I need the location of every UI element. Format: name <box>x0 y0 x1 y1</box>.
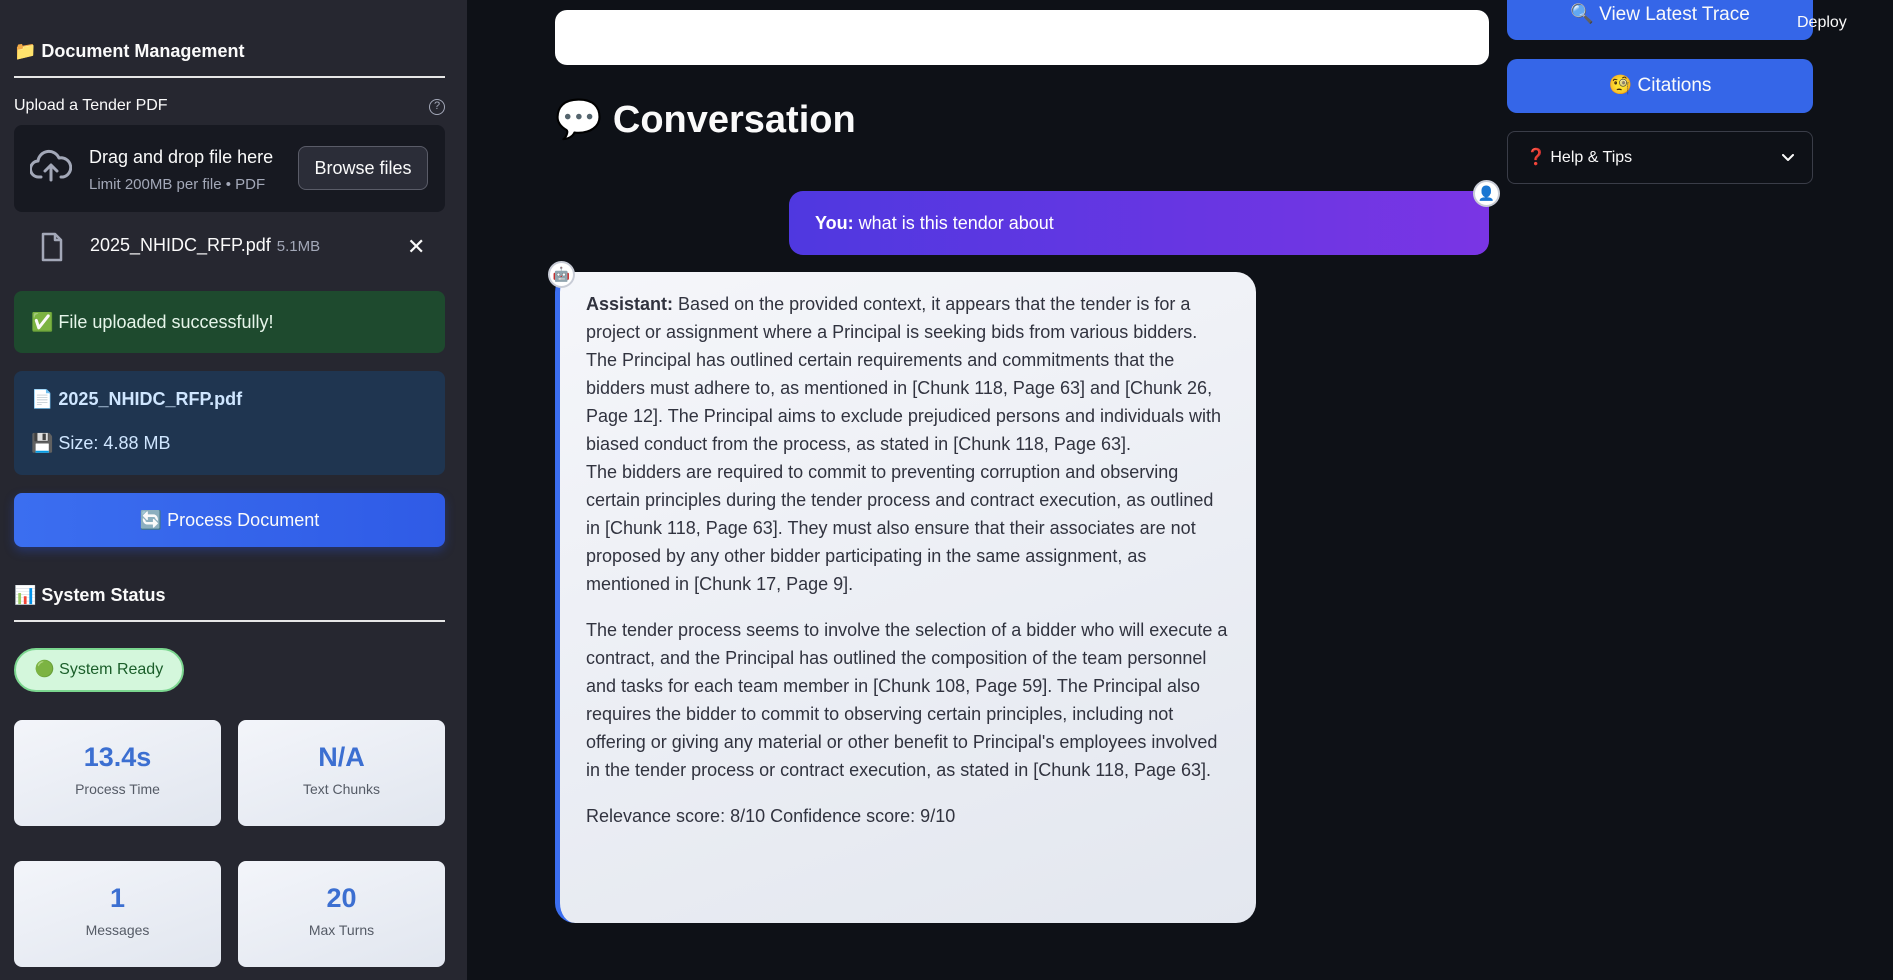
citations-button[interactable]: 🧐 Citations <box>1507 59 1813 113</box>
dropzone-title: Drag and drop file here <box>89 147 274 167</box>
document-management-title: 📁 Document Management <box>14 41 445 78</box>
metric-label: Process Time <box>75 781 160 797</box>
file-info-card: 📄 2025_NHIDC_RFP.pdf 💾 Size: 4.88 MB <box>14 371 445 475</box>
metric-label: Messages <box>85 922 150 938</box>
file-info-size: 💾 Size: 4.88 MB <box>31 433 171 453</box>
metric-process-time: 13.4s Process Time <box>14 720 221 826</box>
assistant-scores: Relevance score: 8/10 Confidence score: … <box>586 806 956 826</box>
assistant-paragraph-1: Assistant: Based on the provided context… <box>586 290 1232 458</box>
user-message: You: what is this tendor about <box>789 191 1489 255</box>
assistant-paragraph-2: The bidders are required to commit to pr… <box>586 462 1214 594</box>
metric-label: Max Turns <box>308 922 375 938</box>
file-info-name: 📄 2025_NHIDC_RFP.pdf <box>31 389 243 409</box>
assistant-prefix: Assistant: <box>586 294 674 314</box>
file-icon <box>40 232 64 267</box>
metric-max-turns: 20 Max Turns <box>238 861 445 967</box>
cloud-upload-icon <box>29 149 73 188</box>
upload-label: Upload a Tender PDF <box>14 97 168 114</box>
assistant-text-1: Based on the provided context, it appear… <box>586 294 1222 454</box>
assistant-message: Assistant: Based on the provided context… <box>555 272 1256 923</box>
close-icon[interactable]: ✕ <box>407 234 425 260</box>
help-tips-label: ❓ Help & Tips <box>1526 149 1633 166</box>
system-status-title: 📊 System Status <box>14 585 445 622</box>
sidebar: 📁 Document Management Upload a Tender PD… <box>0 0 467 980</box>
metric-value: 20 <box>326 883 357 913</box>
system-ready-badge: 🟢 System Ready <box>14 648 184 692</box>
browse-files-button[interactable]: Browse files <box>298 146 428 190</box>
metric-text-chunks: N/A Text Chunks <box>238 720 445 826</box>
view-latest-trace-button[interactable]: 🔍 View Latest Trace <box>1507 0 1813 40</box>
file-dropzone[interactable]: Drag and drop file here Limit 200MB per … <box>14 125 445 212</box>
metric-value: N/A <box>318 742 365 772</box>
uploaded-file-name-text: 2025_NHIDC_RFP.pdf <box>90 235 271 255</box>
chat-input[interactable] <box>555 10 1489 65</box>
uploaded-file-size: 5.1MB <box>276 238 321 255</box>
chevron-down-icon <box>1782 132 1794 183</box>
metric-value: 1 <box>109 883 126 913</box>
user-avatar-icon: 👤 <box>1473 180 1500 207</box>
help-tips-expander[interactable]: ❓ Help & Tips <box>1507 131 1813 184</box>
metric-value: 13.4s <box>83 742 152 772</box>
process-document-button[interactable]: 🔄 Process Document <box>14 493 445 547</box>
upload-success-alert: ✅ File uploaded successfully! <box>14 291 445 353</box>
metric-messages: 1 Messages <box>14 861 221 967</box>
user-message-text: what is this tendor about <box>858 213 1054 233</box>
uploaded-file-name: 2025_NHIDC_RFP.pdf 5.1MB <box>90 235 320 256</box>
conversation-title: 💬 Conversation <box>555 99 856 141</box>
assistant-avatar-icon: 🤖 <box>548 261 575 288</box>
assistant-paragraph-3: The tender process seems to involve the … <box>586 620 1228 780</box>
deploy-button[interactable]: Deploy <box>1797 14 1847 32</box>
user-prefix: You: <box>815 213 854 233</box>
help-icon[interactable]: ? <box>429 99 445 115</box>
metric-label: Text Chunks <box>302 781 381 797</box>
uploaded-file-row: 2025_NHIDC_RFP.pdf 5.1MB ✕ <box>14 228 445 268</box>
dropzone-limit-text: Limit 200MB per file • PDF <box>89 176 266 193</box>
